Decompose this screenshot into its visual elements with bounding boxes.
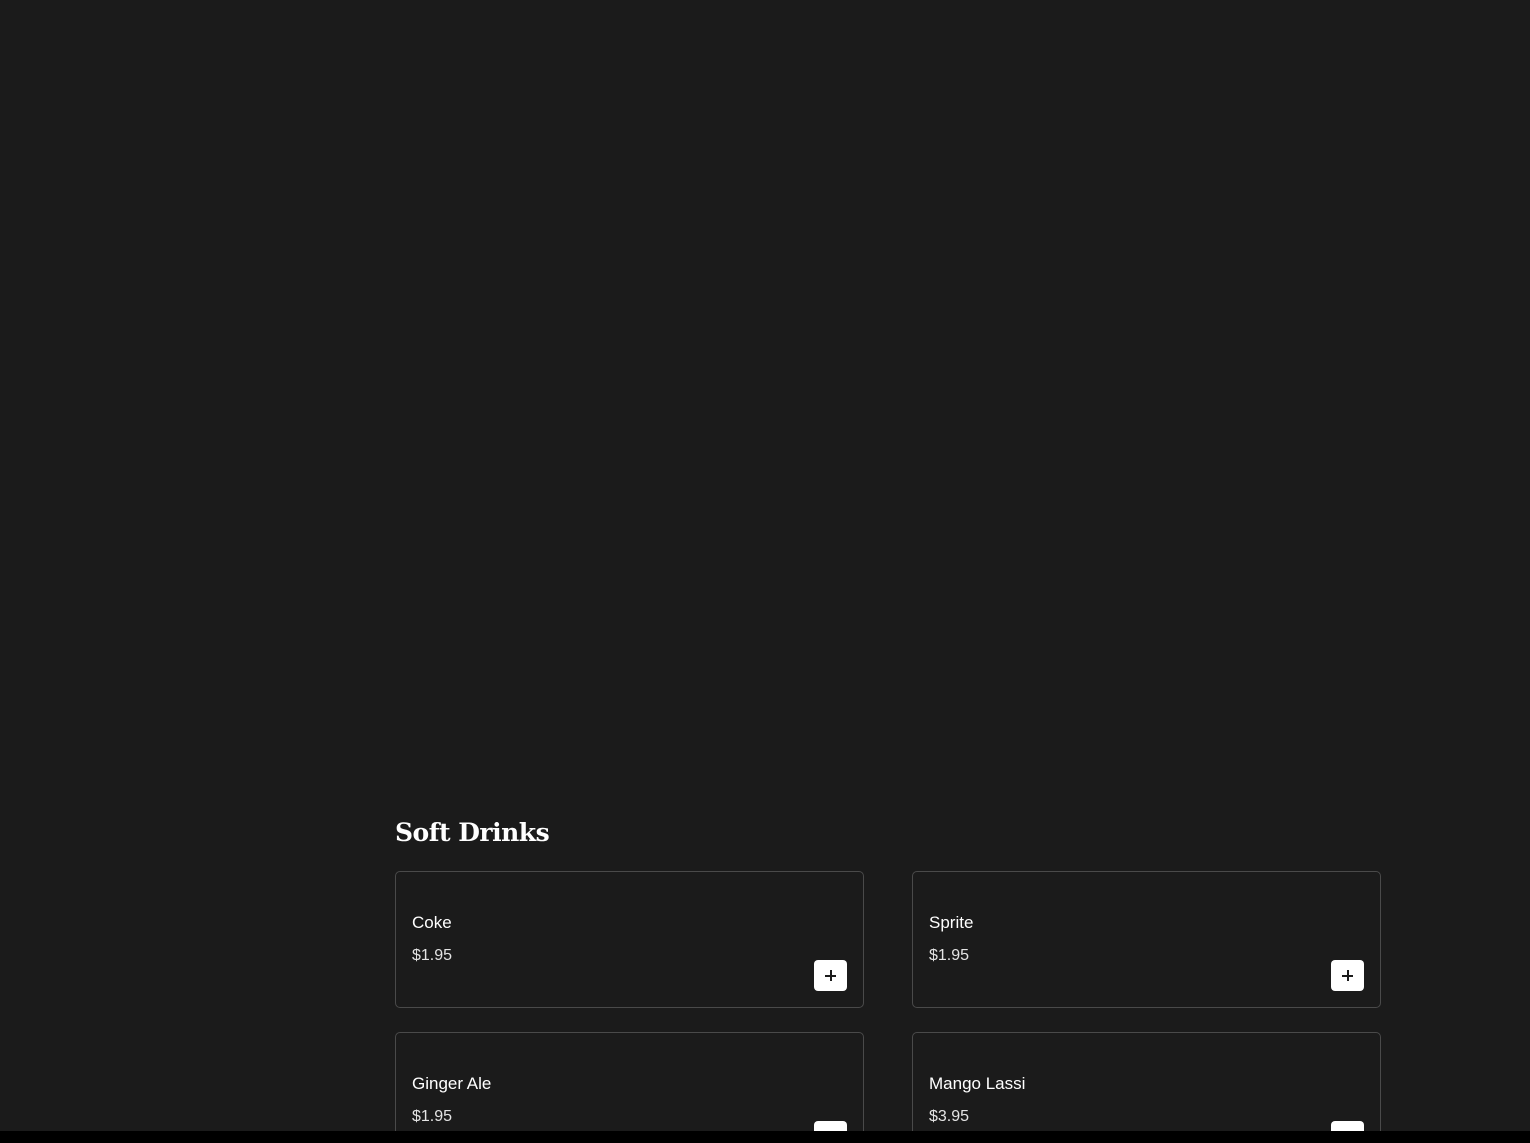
item-price: $1.95 [929, 947, 970, 964]
item-price: $1.95 [412, 1108, 453, 1125]
menu-item-card[interactable]: Sprite $1.95 [912, 871, 1381, 1008]
item-name: Mango Lassi [929, 1074, 1026, 1093]
menu-page: Soft Drinks Coke $1.95 Sprite $1.95 Ging… [0, 0, 1530, 1143]
section-title: Soft Drinks [395, 818, 550, 847]
plus-icon [1342, 970, 1353, 981]
bottom-bar [0, 1131, 1530, 1143]
item-price: $1.95 [412, 947, 453, 964]
plus-icon [825, 970, 836, 981]
menu-items-grid: Coke $1.95 Sprite $1.95 Ginger Ale $1.95… [395, 871, 1381, 1143]
add-item-button[interactable] [814, 960, 847, 991]
item-name: Ginger Ale [412, 1074, 492, 1093]
item-price: $3.95 [929, 1108, 970, 1125]
item-name: Coke [412, 913, 452, 932]
menu-item-card[interactable]: Coke $1.95 [395, 871, 864, 1008]
menu-item-card[interactable]: Ginger Ale $1.95 [395, 1032, 864, 1143]
menu-item-card[interactable]: Mango Lassi $3.95 [912, 1032, 1381, 1143]
add-item-button[interactable] [1331, 960, 1364, 991]
item-name: Sprite [929, 913, 974, 932]
